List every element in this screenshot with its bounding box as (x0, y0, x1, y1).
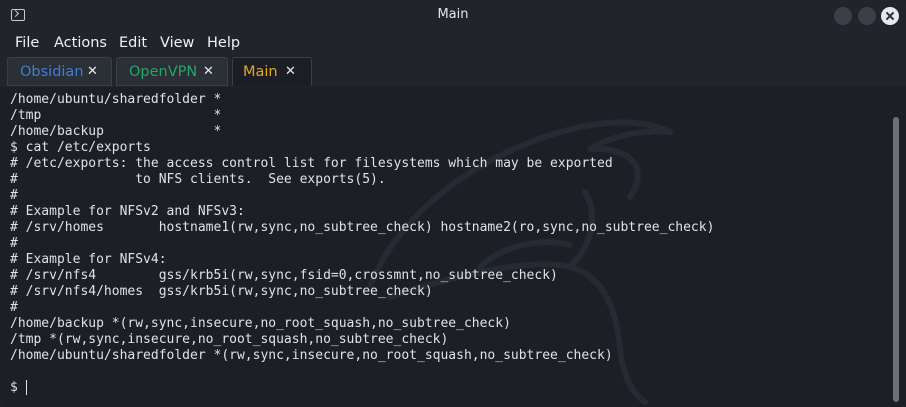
menu-edit[interactable]: Edit (119, 35, 147, 51)
tab-label: OpenVPN (129, 64, 198, 80)
close-icon[interactable]: ✕ (87, 64, 98, 79)
terminal-window: Main File Actions Edit View Help Obsidia… (0, 0, 906, 407)
menu-bar: File Actions Edit View Help (0, 31, 906, 56)
tab-label: Obsidian (20, 64, 84, 80)
terminal-output[interactable]: /home/ubuntu/sharedfolder * /tmp * /home… (0, 87, 906, 407)
terminal-line: /home/ubuntu/sharedfolder * (10, 92, 222, 107)
maximize-button[interactable] (858, 7, 876, 25)
terminal-line: /home/backup * (10, 124, 222, 139)
window-title: Main (437, 7, 469, 22)
terminal-line: # to NFS clients. See exports(5). (10, 172, 386, 187)
terminal-line: # /srv/nfs4/homes gss/krb5i(rw,sync,no_s… (10, 284, 433, 299)
terminal-line: # /srv/homes hostname1(rw,sync,no_subtre… (10, 220, 715, 235)
minimize-button[interactable] (834, 7, 852, 25)
terminal-line: /tmp * (10, 108, 222, 123)
terminal-prompt: $ (10, 380, 26, 395)
terminal-line: # (10, 236, 18, 251)
terminal-line: # /srv/nfs4 gss/krb5i(rw,sync,fsid=0,cro… (10, 268, 558, 283)
close-button[interactable] (881, 7, 899, 25)
tab-label: Main (243, 64, 278, 80)
close-icon[interactable]: ✕ (285, 64, 296, 79)
scrollbar[interactable] (893, 117, 899, 402)
menu-file[interactable]: File (15, 35, 39, 51)
terminal-line: # Example for NFSv4: (10, 252, 167, 267)
terminal-line: $ cat /etc/exports (10, 140, 151, 155)
menu-help[interactable]: Help (207, 35, 240, 51)
tab-obsidian[interactable]: Obsidian ✕ (7, 57, 112, 86)
terminal-line: # Example for NFSv2 and NFSv3: (10, 204, 245, 219)
terminal-line: /home/backup *(rw,sync,insecure,no_root_… (10, 316, 511, 331)
text-cursor (26, 380, 27, 395)
tab-main[interactable]: Main ✕ (232, 57, 312, 86)
terminal-line: # (10, 300, 18, 315)
terminal-line: /home/ubuntu/sharedfolder *(rw,sync,inse… (10, 348, 613, 363)
terminal-line: /tmp *(rw,sync,insecure,no_root_squash,n… (10, 332, 449, 347)
tab-bar: Obsidian ✕ OpenVPN ✕ Main ✕ (0, 56, 906, 87)
menu-view[interactable]: View (160, 35, 194, 51)
terminal-line: # /etc/exports: the access control list … (10, 156, 613, 171)
menu-actions[interactable]: Actions (54, 35, 107, 51)
tab-openvpn[interactable]: OpenVPN ✕ (116, 57, 228, 86)
terminal-line: # (10, 188, 18, 203)
close-icon[interactable]: ✕ (203, 64, 214, 79)
title-bar[interactable]: Main (0, 0, 906, 31)
